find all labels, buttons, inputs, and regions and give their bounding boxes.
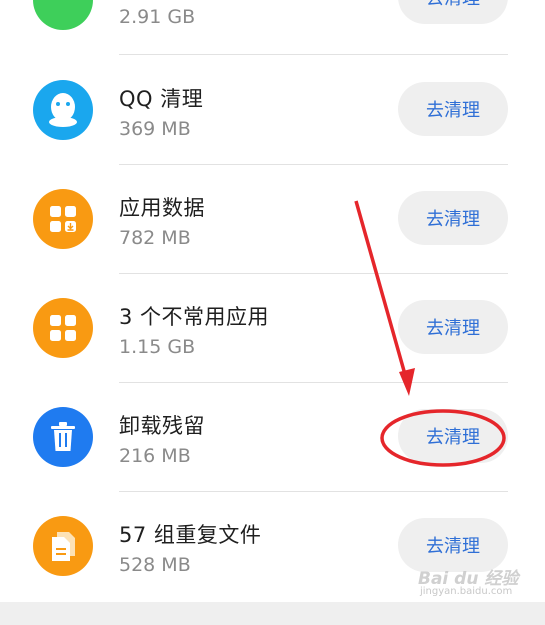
clean-button[interactable]: 去清理	[398, 300, 508, 354]
clean-button[interactable]: 去清理	[398, 409, 508, 463]
item-size: 528 MB	[119, 554, 191, 576]
item-size: 216 MB	[119, 445, 191, 467]
clean-button[interactable]: 去清理	[398, 0, 508, 24]
clean-button[interactable]: 去清理	[398, 82, 508, 136]
duplicate-file-icon	[33, 516, 93, 576]
list-item-unused-apps: 3 个不常用应用 1.15 GB 去清理	[0, 274, 545, 383]
list-item-qq: QQ 清理 369 MB 去清理	[0, 56, 545, 165]
item-size: 369 MB	[119, 118, 191, 140]
item-title: 3 个不常用应用	[119, 305, 270, 329]
app-data-icon	[33, 189, 93, 249]
item-title: 卸载残留	[119, 414, 205, 438]
bottom-band	[0, 602, 545, 625]
watermark-url: jingyan.baidu.com	[420, 586, 513, 597]
divider	[119, 54, 508, 55]
clean-button[interactable]: 去清理	[398, 191, 508, 245]
item-title: QQ 清理	[119, 87, 204, 111]
trash-icon	[33, 407, 93, 467]
item-size: 2.91 GB	[119, 6, 196, 28]
list-item-app-data: 应用数据 782 MB 去清理	[0, 165, 545, 274]
item-size: 1.15 GB	[119, 336, 196, 358]
qq-penguin-icon	[33, 80, 93, 140]
item-title: 应用数据	[119, 196, 205, 220]
list-item-uninstall-residue: 卸载残留 216 MB 去清理	[0, 383, 545, 492]
green-app-icon	[33, 0, 93, 30]
unused-apps-icon	[33, 298, 93, 358]
item-size: 782 MB	[119, 227, 191, 249]
item-title: 57 组重复文件	[119, 523, 262, 547]
